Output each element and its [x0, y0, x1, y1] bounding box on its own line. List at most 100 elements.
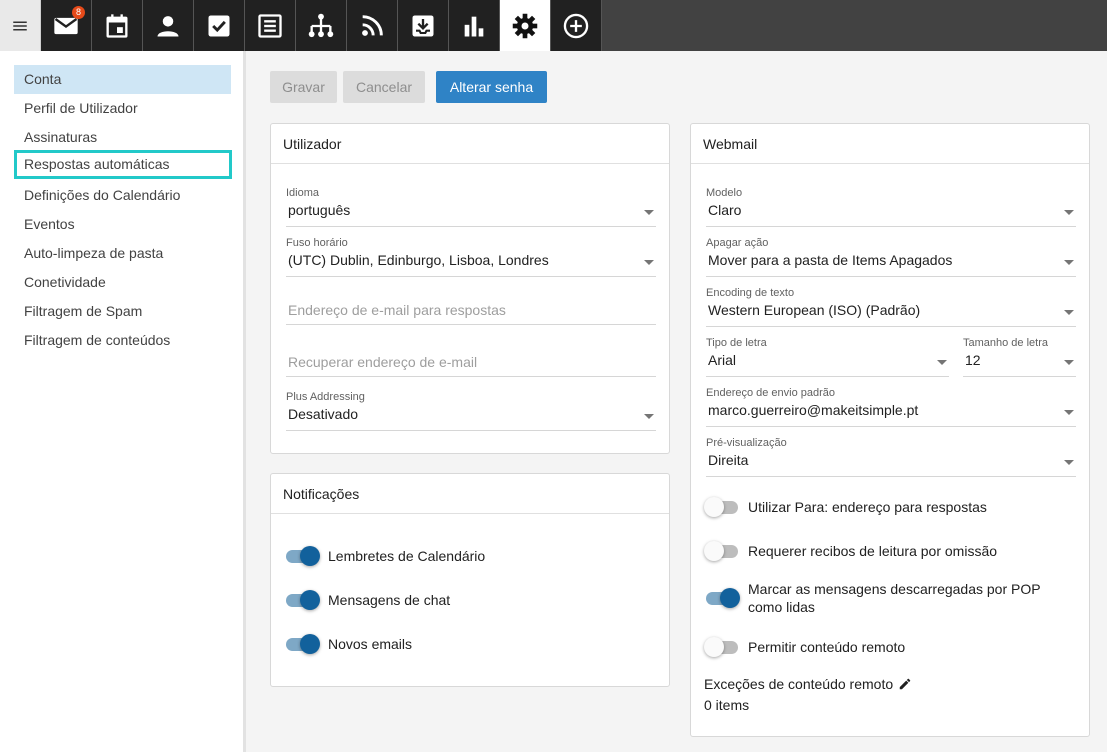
- recovery-email-placeholder: Recuperar endereço de e-mail: [288, 354, 478, 370]
- chat-messages-label: Mensagens de chat: [328, 592, 451, 608]
- delete-action-label: Apagar ação: [706, 237, 769, 249]
- rss-button[interactable]: [347, 0, 398, 51]
- menu-button[interactable]: [0, 0, 41, 51]
- remote-exceptions-count: 0 items: [704, 697, 750, 713]
- field-underline: [286, 324, 656, 325]
- sidebar-item-conta[interactable]: Conta: [14, 65, 231, 94]
- sidebar-item-perfil[interactable]: Perfil de Utilizador: [14, 94, 231, 123]
- webmail-card: Webmail Modelo Claro Apagar ação Mover p…: [690, 123, 1090, 737]
- edit-pencil-icon: [899, 678, 911, 690]
- use-reply-to-toggle-row: Utilizar Para: endereço para respostas: [704, 495, 987, 519]
- font-size-select[interactable]: Tamanho de letra 12: [963, 337, 1076, 377]
- chevron-down-icon: [1064, 460, 1074, 465]
- language-label: Idioma: [286, 187, 320, 199]
- delete-action-select[interactable]: Apagar ação Mover para a pasta de Items …: [706, 237, 1076, 277]
- font-label: Tipo de letra: [706, 337, 767, 349]
- recovery-email-input[interactable]: Recuperar endereço de e-mail: [286, 352, 656, 377]
- preview-select[interactable]: Pré-visualização Direita: [706, 437, 1076, 477]
- field-underline: [706, 426, 1076, 427]
- reply-email-input[interactable]: Endereço de e-mail para respostas: [286, 300, 656, 325]
- sidebar-item-assinaturas[interactable]: Assinaturas: [14, 123, 231, 152]
- tasks-button[interactable]: [194, 0, 245, 51]
- user-card-title: Utilizador: [271, 124, 669, 164]
- save-button[interactable]: Gravar: [270, 71, 337, 103]
- pop-mark-read-toggle-row: Marcar as mensagens descarregadas por PO…: [704, 580, 1041, 616]
- add-circle-icon: [563, 13, 589, 38]
- sidebar-item-respostas-automaticas[interactable]: Respostas automáticas: [14, 150, 232, 179]
- sidebar-item-auto-limpeza[interactable]: Auto-limpeza de pasta: [14, 239, 231, 268]
- field-underline: [706, 376, 949, 377]
- inbox-download-button[interactable]: [398, 0, 449, 51]
- font-size-value: 12: [965, 352, 981, 368]
- sidebar-item-spam[interactable]: Filtragem de Spam: [14, 297, 231, 326]
- chevron-down-icon: [937, 360, 947, 365]
- add-button[interactable]: [551, 0, 602, 51]
- calendar-button[interactable]: [92, 0, 143, 51]
- settings-sidebar: Conta Perfil de Utilizador Assinaturas R…: [0, 51, 246, 752]
- org-chart-button[interactable]: [296, 0, 347, 51]
- field-underline: [963, 376, 1076, 377]
- chevron-down-icon: [1064, 260, 1074, 265]
- remote-content-toggle[interactable]: [704, 635, 740, 659]
- new-emails-toggle[interactable]: [284, 632, 320, 656]
- remote-content-label: Permitir conteúdo remoto: [748, 639, 906, 655]
- model-select[interactable]: Modelo Claro: [706, 187, 1076, 227]
- chevron-down-icon: [644, 414, 654, 419]
- remote-exceptions-label: Exceções de conteúdo remoto: [704, 676, 894, 692]
- field-underline: [286, 430, 656, 431]
- read-receipts-toggle[interactable]: [704, 539, 740, 563]
- calendar-reminders-toggle[interactable]: [284, 544, 320, 568]
- use-reply-to-label: Utilizar Para: endereço para respostas: [748, 499, 987, 515]
- sidebar-item-calendario[interactable]: Definições do Calendário: [14, 181, 231, 210]
- preview-value: Direita: [708, 452, 749, 468]
- settings-button[interactable]: [500, 0, 551, 51]
- encoding-value: Western European (ISO) (Padrão): [708, 302, 921, 318]
- sidebar-item-eventos[interactable]: Eventos: [14, 210, 231, 239]
- plus-addressing-value: Desativado: [288, 406, 359, 422]
- field-underline: [706, 226, 1076, 227]
- remote-content-toggle-row: Permitir conteúdo remoto: [704, 635, 905, 659]
- default-sender-select[interactable]: Endereço de envio padrão marco.guerreiro…: [706, 387, 1076, 427]
- font-size-label: Tamanho de letra: [963, 337, 1048, 349]
- language-value: português: [288, 202, 351, 218]
- encoding-select[interactable]: Encoding de texto Western European (ISO)…: [706, 287, 1076, 327]
- sidebar-item-conetividade[interactable]: Conetividade: [14, 268, 231, 297]
- field-underline: [286, 276, 656, 277]
- calendar-icon: [106, 13, 128, 38]
- timezone-label: Fuso horário: [286, 237, 348, 249]
- font-select[interactable]: Tipo de letra Arial: [706, 337, 949, 377]
- chevron-down-icon: [644, 260, 654, 265]
- delete-action-value: Mover para a pasta de Items Apagados: [708, 252, 953, 268]
- calendar-reminders-toggle-row: Lembretes de Calendário: [284, 544, 485, 568]
- mail-button[interactable]: 8: [41, 0, 92, 51]
- language-select[interactable]: Idioma português: [286, 187, 656, 227]
- stats-icon: [464, 16, 484, 36]
- use-reply-to-toggle[interactable]: [704, 495, 740, 519]
- stats-button[interactable]: [449, 0, 500, 51]
- sidebar-item-conteudos[interactable]: Filtragem de conteúdos: [14, 326, 231, 355]
- remote-exceptions-link[interactable]: Exceções de conteúdo remoto: [704, 676, 912, 692]
- pop-mark-read-label-line2: como lidas: [748, 599, 815, 615]
- field-underline: [286, 226, 656, 227]
- inbox-download-icon: [412, 15, 434, 36]
- pop-mark-read-toggle[interactable]: [704, 586, 740, 610]
- model-value: Claro: [708, 202, 742, 218]
- notifications-card: Notificações Lembretes de Calendário Men…: [270, 473, 670, 687]
- pop-mark-read-label: Marcar as mensagens descarregadas por PO…: [748, 580, 1041, 616]
- cancel-button[interactable]: Cancelar: [343, 71, 425, 103]
- timezone-select[interactable]: Fuso horário (UTC) Dublin, Edinburgo, Li…: [286, 237, 656, 277]
- encoding-label: Encoding de texto: [706, 287, 795, 299]
- notes-button[interactable]: [245, 0, 296, 51]
- chat-messages-toggle[interactable]: [284, 588, 320, 612]
- new-emails-label: Novos emails: [328, 636, 413, 652]
- change-password-button[interactable]: Alterar senha: [436, 71, 547, 103]
- read-receipts-label: Requerer recibos de leitura por omissão: [748, 543, 998, 559]
- top-navigation-bar: 8: [0, 0, 1107, 51]
- chevron-down-icon: [644, 210, 654, 215]
- notifications-card-title: Notificações: [271, 474, 669, 514]
- pop-mark-read-label-line1: Marcar as mensagens descarregadas por PO…: [748, 581, 1041, 597]
- plus-addressing-select[interactable]: Plus Addressing Desativado: [286, 391, 656, 431]
- contacts-button[interactable]: [143, 0, 194, 51]
- field-underline: [286, 376, 656, 377]
- webmail-card-title: Webmail: [691, 124, 1089, 164]
